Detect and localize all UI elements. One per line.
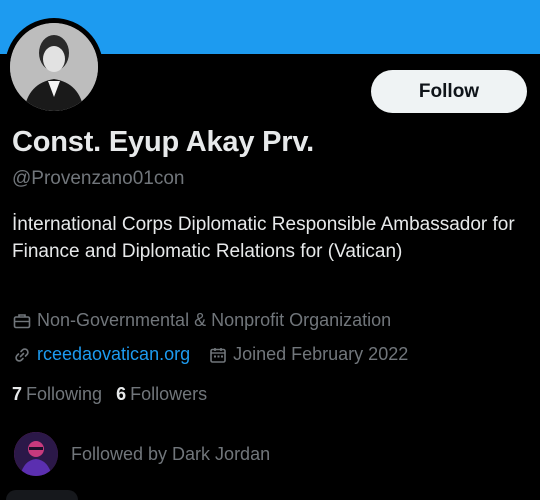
followers-count: 6: [116, 384, 127, 404]
profile-avatar[interactable]: [5, 18, 103, 116]
calendar-icon: [208, 345, 228, 365]
briefcase-icon: [12, 311, 32, 331]
display-name: Const. Eyup Akay Prv.: [12, 126, 314, 158]
followers-label: Followers: [130, 384, 208, 404]
following-count-link[interactable]: 7 Following: [12, 384, 102, 405]
user-handle: @Provenzano01con: [12, 168, 185, 189]
follow-counts: 7 Following 6 Followers: [12, 384, 221, 405]
profile-category: Non-Governmental & Nonprofit Organizatio…: [37, 310, 392, 330]
profile-bio: İnternational Corps Diplomatic Responsib…: [12, 214, 515, 262]
profile-links-row: rceedaovatican.org Joined February 2022: [12, 344, 408, 365]
profile-category-row: Non-Governmental & Nonprofit Organizatio…: [12, 310, 391, 331]
follower-avatar: [14, 432, 58, 476]
link-icon: [12, 345, 32, 365]
avatar-photo: [10, 23, 98, 111]
followers-count-link[interactable]: 6 Followers: [116, 384, 207, 405]
followed-by-row[interactable]: Followed by Dark Jordan: [14, 432, 270, 476]
profile-page: Follow Const. Eyup Akay Prv. @Provenzano…: [0, 0, 540, 500]
website-link[interactable]: rceedaovatican.org: [37, 344, 190, 365]
person-photo-icon: [10, 23, 98, 111]
followed-by-text: Followed by Dark Jordan: [71, 443, 271, 464]
follower-photo-icon: [14, 432, 58, 476]
joined-date: Joined February 2022: [233, 344, 409, 364]
following-count: 7: [12, 384, 23, 404]
following-label: Following: [26, 384, 103, 404]
bottom-tab-pill[interactable]: [6, 490, 78, 500]
follow-button[interactable]: Follow: [371, 70, 527, 113]
